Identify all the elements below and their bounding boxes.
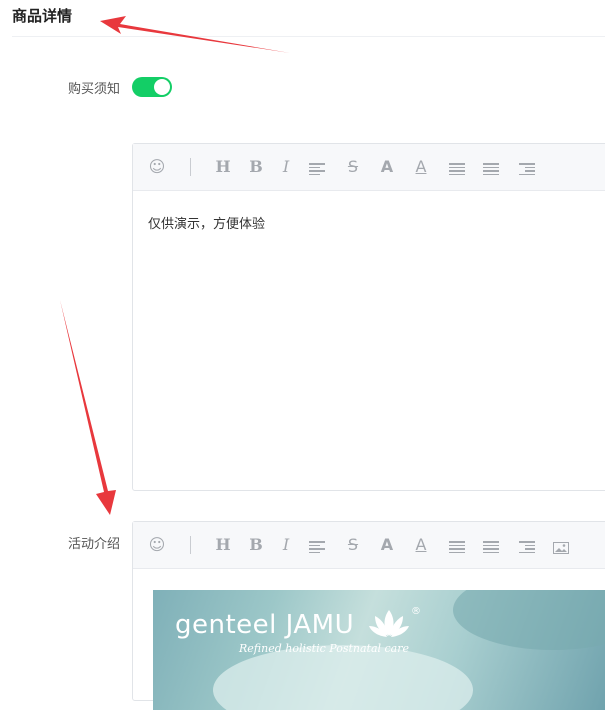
arrow-to-title <box>100 16 290 53</box>
arrow-to-activity-label <box>60 300 116 515</box>
annotation-arrows <box>60 16 290 515</box>
